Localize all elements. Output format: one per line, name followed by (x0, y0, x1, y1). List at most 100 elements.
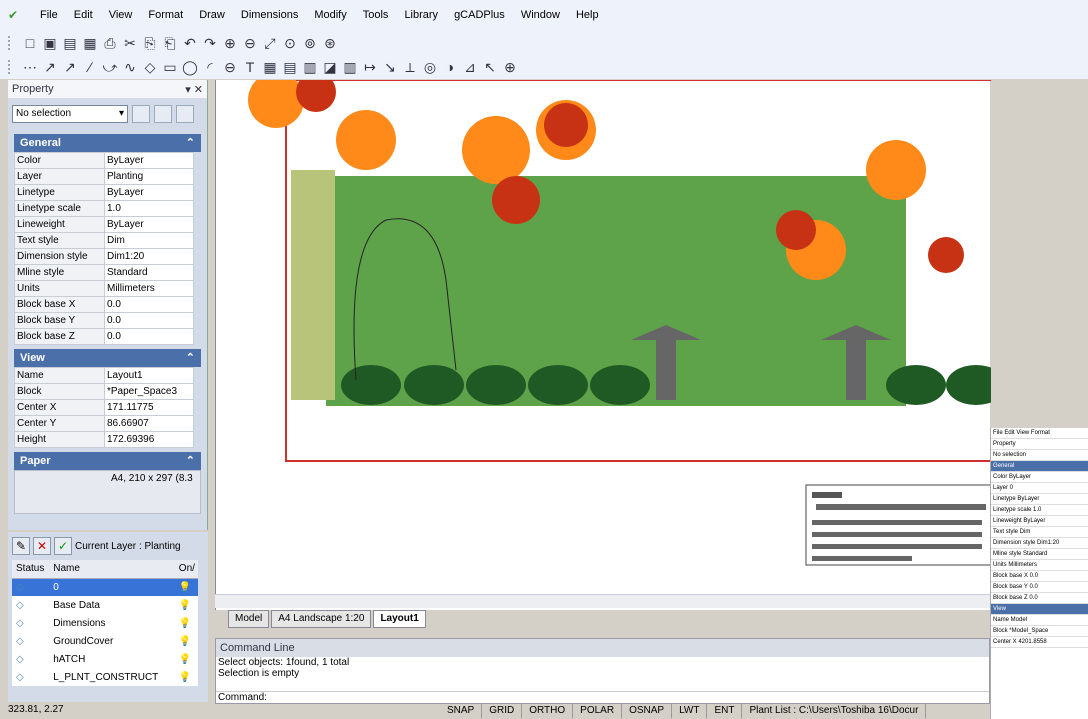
property-row[interactable]: Color ByLayer (14, 152, 194, 169)
standard-tool-icon[interactable]: ▣ (42, 34, 58, 52)
draw-tool-icon[interactable]: ◜ (202, 58, 218, 76)
draw-tool-icon[interactable]: ↗ (62, 58, 78, 76)
property-value[interactable]: 172.69396 (104, 431, 194, 448)
lightbulb-icon[interactable]: 💡 (175, 632, 198, 650)
draw-tool-icon[interactable]: ▤ (282, 58, 298, 76)
menu-item-help[interactable]: Help (568, 0, 607, 30)
standard-tool-icon[interactable]: ⤢ (262, 34, 278, 52)
standard-tool-icon[interactable]: ⎘ (142, 34, 158, 52)
property-row[interactable]: Block *Paper_Space3 (14, 383, 194, 400)
status-toggle-ent[interactable]: ENT (707, 704, 743, 718)
property-row[interactable]: Block base X 0.0 (14, 296, 194, 313)
property-value[interactable]: ByLayer (104, 184, 194, 201)
draw-tool-icon[interactable]: ▦ (262, 58, 278, 76)
standard-tool-icon[interactable]: ⎗ (162, 34, 178, 52)
draw-tool-icon[interactable]: ⊕ (502, 58, 518, 76)
property-row[interactable]: Lineweight ByLayer (14, 216, 194, 233)
menu-item-gcadplus[interactable]: gCADPlus (446, 0, 513, 30)
layer-row[interactable]: ◇ L_PLNT_CONSTRUCT 💡 (12, 668, 198, 686)
draw-tool-icon[interactable]: ▥ (302, 58, 318, 76)
draw-tool-icon[interactable]: ⊿ (462, 58, 478, 76)
property-row[interactable]: Mline style Standard (14, 264, 194, 281)
draw-tool-icon[interactable]: ◪ (322, 58, 338, 76)
property-row[interactable]: Dimension style Dim1:20 (14, 248, 194, 265)
draw-tool-icon[interactable]: ↦ (362, 58, 378, 76)
property-row[interactable]: Text style Dim (14, 232, 194, 249)
menu-item-window[interactable]: Window (513, 0, 568, 30)
property-row[interactable]: Center Y 86.66907 (14, 415, 194, 432)
lightbulb-icon[interactable]: 💡 (175, 614, 198, 632)
property-value[interactable]: Dim (104, 232, 194, 249)
command-input[interactable]: Command: (216, 691, 989, 703)
quick-select-icon[interactable] (132, 105, 150, 123)
paper-group-header[interactable]: Paper ⌃ (14, 452, 201, 470)
status-toggle-plant[interactable]: Plant List : C:\Users\Toshiba 16\Docur (742, 704, 927, 718)
property-row[interactable]: Layer Planting (14, 168, 194, 185)
standard-tool-icon[interactable]: ▤ (62, 34, 78, 52)
view-group-header[interactable]: View ⌃ (14, 349, 201, 367)
filter-icon[interactable] (176, 105, 194, 123)
tab-model[interactable]: Model (228, 610, 270, 628)
draw-tool-icon[interactable]: ⟂ (402, 58, 418, 76)
tab-a4-landscape[interactable]: A4 Landscape 1:20 (271, 610, 372, 628)
property-value[interactable]: 0.0 (104, 312, 194, 329)
lightbulb-icon[interactable]: 💡 (175, 650, 198, 668)
status-toggle-lwt[interactable]: LWT (672, 704, 708, 718)
close-icon[interactable]: ▾ ✕ (185, 83, 203, 96)
draw-tool-icon[interactable]: ∿ (122, 58, 138, 76)
property-row[interactable]: Block base Y 0.0 (14, 312, 194, 329)
standard-tool-icon[interactable]: □ (22, 34, 38, 52)
draw-tool-icon[interactable]: ⋯ (22, 58, 38, 76)
property-value[interactable]: Layout1 (104, 367, 194, 384)
property-value[interactable]: Planting (104, 168, 194, 185)
property-value[interactable]: 86.66907 (104, 415, 194, 432)
app-logo-icon[interactable]: ✔ (8, 8, 32, 22)
property-row[interactable]: Name Layout1 (14, 367, 194, 384)
draw-tool-icon[interactable]: ▥ (342, 58, 358, 76)
lightbulb-icon[interactable]: 💡 (175, 596, 198, 614)
standard-tool-icon[interactable]: ⊛ (322, 34, 338, 52)
property-row[interactable]: Linetype ByLayer (14, 184, 194, 201)
layer-row[interactable]: ◇ Dimensions 💡 (12, 614, 198, 632)
status-column-header[interactable]: Status (12, 560, 50, 579)
draw-tool-icon[interactable]: ↖ (482, 58, 498, 76)
standard-tool-icon[interactable]: ⊕ (222, 34, 238, 52)
draw-tool-icon[interactable]: ∕ (82, 58, 98, 76)
menu-item-modify[interactable]: Modify (306, 0, 354, 30)
property-row[interactable]: Units Millimeters (14, 280, 194, 297)
general-group-header[interactable]: General ⌃ (14, 134, 201, 152)
standard-tool-icon[interactable]: ▦ (82, 34, 98, 52)
draw-tool-icon[interactable]: ↗ (42, 58, 58, 76)
standard-tool-icon[interactable]: ✂ (122, 34, 138, 52)
menu-item-view[interactable]: View (101, 0, 141, 30)
lightbulb-icon[interactable]: 💡 (175, 578, 198, 596)
tab-layout1[interactable]: Layout1 (373, 610, 426, 628)
select-objects-icon[interactable] (154, 105, 172, 123)
status-toggle-ortho[interactable]: ORTHO (522, 704, 574, 718)
horizontal-scrollbar[interactable] (215, 594, 990, 608)
menu-item-edit[interactable]: Edit (66, 0, 101, 30)
draw-tool-icon[interactable]: ◎ (422, 58, 438, 76)
new-layer-icon[interactable]: ✎ (12, 537, 30, 555)
draw-tool-icon[interactable]: T (242, 58, 258, 76)
property-row[interactable]: Block base Z 0.0 (14, 328, 194, 345)
draw-tool-icon[interactable]: ↘ (382, 58, 398, 76)
layer-row[interactable]: ◇ 0 💡 (12, 578, 198, 596)
property-value[interactable]: Standard (104, 264, 194, 281)
on-column-header[interactable]: On/ (174, 560, 198, 579)
draw-tool-icon[interactable]: ◑ (442, 58, 458, 76)
property-value[interactable]: *Paper_Space3 (104, 383, 194, 400)
status-toggle-snap[interactable]: SNAP (440, 704, 483, 718)
delete-layer-icon[interactable]: ✕ (33, 537, 51, 555)
property-value[interactable]: Dim1:20 (104, 248, 194, 265)
standard-tool-icon[interactable]: ⊖ (242, 34, 258, 52)
property-value[interactable]: ByLayer (104, 216, 194, 233)
standard-tool-icon[interactable]: ⊚ (302, 34, 318, 52)
menu-item-format[interactable]: Format (140, 0, 191, 30)
menu-item-dimensions[interactable]: Dimensions (233, 0, 306, 30)
name-column-header[interactable]: Name (49, 560, 175, 579)
property-value[interactable]: Millimeters (104, 280, 194, 297)
selection-dropdown[interactable]: No selection (12, 105, 128, 123)
standard-tool-icon[interactable]: ⎙ (102, 34, 118, 52)
draw-tool-icon[interactable]: ◇ (142, 58, 158, 76)
